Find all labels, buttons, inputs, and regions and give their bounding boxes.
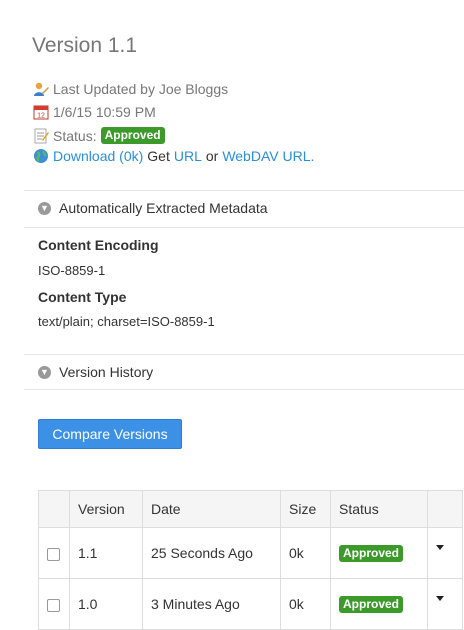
version-cell: 1.0 (69, 578, 143, 630)
user-edit-icon (33, 81, 49, 97)
divider (24, 354, 464, 355)
metadata-section-title: Automatically Extracted Metadata (59, 200, 268, 216)
date-cell: 3 Minutes Ago (142, 578, 281, 630)
divider (24, 389, 464, 390)
select-column-header (38, 490, 70, 528)
version-history-title: Version History (59, 364, 154, 380)
row-select-cell (38, 578, 70, 630)
page-title: Version 1.1 (32, 34, 138, 57)
column-header-size[interactable]: Size (280, 490, 331, 528)
date-text: 1/6/15 10:59 PM (53, 104, 156, 120)
actions-cell (427, 578, 463, 630)
row-checkbox[interactable] (47, 598, 60, 612)
status-line: Status: Approved (33, 127, 165, 144)
date-line: 12 1/6/15 10:59 PM (33, 104, 156, 120)
svg-text:12: 12 (37, 113, 45, 120)
calendar-icon: 12 (33, 104, 49, 120)
table-row: 1.0 3 Minutes Ago 0k Approved (38, 578, 463, 630)
dropdown-caret-icon[interactable] (436, 545, 444, 550)
chevron-down-icon: ▼ (38, 201, 51, 215)
url-link[interactable]: URL (174, 148, 202, 164)
actions-cell (427, 527, 463, 579)
table-header-row: Version Date Size Status (38, 490, 463, 528)
status-document-icon (33, 128, 49, 144)
size-cell: 0k (280, 578, 331, 630)
content-encoding-label: Content Encoding (38, 237, 159, 253)
compare-versions-button[interactable]: Compare Versions (38, 419, 182, 449)
last-updated-text: Last Updated by Joe Bloggs (53, 81, 229, 97)
dropdown-caret-icon[interactable] (436, 596, 444, 601)
divider (24, 227, 464, 228)
or-text: or (205, 148, 219, 164)
version-history-toggle[interactable]: ▼ Version History (38, 364, 153, 380)
date-cell: 25 Seconds Ago (142, 527, 281, 579)
column-header-date[interactable]: Date (142, 490, 281, 528)
status-cell: Approved (330, 527, 428, 579)
last-updated-line: Last Updated by Joe Bloggs (33, 81, 228, 97)
divider (24, 190, 464, 191)
globe-icon (33, 148, 49, 164)
metadata-section-toggle[interactable]: ▼ Automatically Extracted Metadata (38, 200, 268, 216)
version-cell: 1.1 (69, 527, 143, 579)
column-header-status[interactable]: Status (330, 490, 428, 528)
row-checkbox[interactable] (47, 547, 60, 561)
actions-column-header (427, 490, 463, 528)
download-line: Download (0k) Get URL or WebDAV URL. (33, 148, 314, 164)
download-link[interactable]: Download (0k) (53, 148, 143, 164)
size-cell: 0k (280, 527, 331, 579)
status-cell: Approved (330, 578, 428, 630)
status-label: Status: (53, 127, 97, 144)
column-header-version[interactable]: Version (69, 490, 143, 528)
status-badge: Approved (100, 127, 165, 144)
status-badge: Approved (339, 596, 404, 613)
row-select-cell (38, 527, 70, 579)
status-badge: Approved (339, 545, 404, 562)
get-text: Get (147, 148, 170, 164)
chevron-down-icon: ▼ (38, 365, 51, 379)
content-type-value: text/plain; charset=ISO-8859-1 (38, 314, 215, 329)
webdav-url-link[interactable]: WebDAV URL. (222, 148, 314, 164)
content-encoding-value: ISO-8859-1 (38, 263, 106, 278)
table-row: 1.1 25 Seconds Ago 0k Approved (38, 527, 463, 579)
version-history-table: Version Date Size Status 1.1 25 Seconds … (38, 490, 463, 630)
content-type-label: Content Type (38, 289, 127, 305)
